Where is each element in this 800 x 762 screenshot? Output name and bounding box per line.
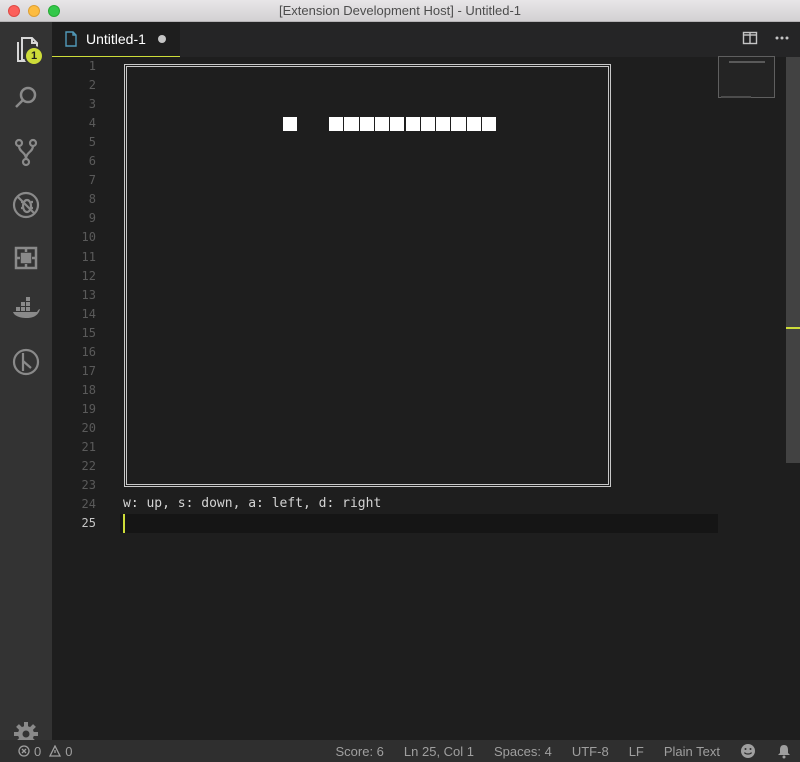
score-status: Score: 6 (335, 743, 384, 759)
current-line-highlight (120, 514, 718, 533)
snake-segment (374, 117, 390, 131)
unsaved-dot-icon[interactable] (157, 35, 166, 43)
controls-hint: w: up, s: down, a: left, d: right (123, 496, 382, 511)
line-number: 20 (81, 420, 96, 435)
minimap[interactable] (718, 56, 775, 98)
line-number: 23 (81, 478, 96, 493)
eol-status[interactable]: LF (629, 744, 644, 759)
split-editor-icon[interactable] (742, 30, 758, 46)
snake-segment (329, 117, 344, 131)
more-actions-icon[interactable] (774, 30, 790, 46)
status-bar: 0 0 Score: 6 Ln 25, Col 1 Spaces: 4 UTF-… (0, 740, 800, 762)
text-cursor (123, 514, 125, 533)
line-number: 19 (81, 401, 96, 416)
snake-segment (359, 117, 374, 131)
language-mode-status[interactable]: Plain Text (664, 744, 720, 759)
window-title: [Extension Development Host] - Untitled-… (278, 3, 522, 18)
line-number: 21 (81, 440, 96, 454)
line-number: 2 (88, 78, 96, 93)
snake-segment (420, 117, 436, 131)
encoding-status[interactable]: UTF-8 (572, 744, 609, 759)
editor[interactable]: 1 2 3 4 5 6 7 8 9 10 11 12 13 14 15 16 17 18 19 20 21 22 23 24 2… (52, 57, 786, 740)
snake-segment (482, 117, 497, 131)
line-number: 7 (88, 173, 96, 188)
snake-segment (466, 117, 481, 131)
snake-segment (436, 117, 451, 131)
line-number: 24 (81, 497, 96, 512)
line-number: 5 (88, 135, 96, 150)
title-bar: [Extension Development Host] - Untitled-… (0, 0, 800, 22)
snake-segment (451, 117, 466, 131)
line-number: 11 (81, 249, 96, 264)
docker-icon[interactable] (0, 288, 52, 332)
extensions-icon[interactable] (0, 236, 52, 280)
line-number: 9 (88, 211, 96, 226)
food-cell (283, 117, 298, 131)
line-number: 13 (81, 287, 96, 302)
error-count: 0 (34, 743, 42, 759)
file-icon (65, 31, 77, 47)
snake-segment (390, 117, 405, 131)
line-number: 15 (81, 325, 96, 340)
line-number: 4 (88, 116, 96, 131)
tab-label: Untitled-1 (86, 31, 146, 47)
cursor-position-status[interactable]: Ln 25, Col 1 (404, 744, 474, 759)
line-number: 17 (81, 363, 96, 378)
indentation-status[interactable]: Spaces: 4 (494, 744, 552, 759)
line-number: 12 (81, 268, 96, 283)
window-controls (8, 5, 60, 17)
vertical-scrollbar[interactable] (786, 57, 800, 463)
line-number: 22 (81, 459, 96, 474)
line-number: 18 (81, 382, 96, 397)
warning-icon (49, 745, 62, 757)
maximize-window-button[interactable] (48, 5, 60, 17)
gitlens-icon[interactable] (0, 340, 52, 384)
line-number: 8 (88, 192, 96, 207)
line-number: 1 (88, 59, 96, 73)
snake-segment (344, 117, 359, 131)
close-window-button[interactable] (8, 5, 20, 17)
notifications-bell-icon[interactable] (776, 743, 792, 759)
source-control-icon[interactable] (0, 130, 52, 174)
tabs-bar: Untitled-1 (52, 22, 800, 57)
error-icon (18, 745, 30, 757)
feedback-smiley-icon[interactable] (740, 743, 756, 759)
line-number: 10 (81, 230, 96, 245)
line-number: 14 (81, 306, 96, 321)
line-number: 16 (81, 344, 96, 359)
debug-icon[interactable] (0, 183, 52, 227)
warning-count: 0 (65, 743, 73, 759)
editor-actions (742, 30, 790, 46)
line-number: 3 (88, 97, 96, 112)
line-number: 6 (88, 154, 96, 169)
search-icon[interactable] (0, 76, 52, 120)
line-number: 25 (81, 516, 96, 531)
snake-segment (405, 117, 420, 131)
problems-status[interactable]: 0 0 (0, 744, 72, 759)
explorer-badge: 1 (24, 46, 44, 66)
minimize-window-button[interactable] (28, 5, 40, 17)
tab-untitled-1[interactable]: Untitled-1 (52, 22, 180, 57)
scroll-position-marker (786, 327, 800, 329)
activity-bar: 1 (0, 22, 52, 746)
